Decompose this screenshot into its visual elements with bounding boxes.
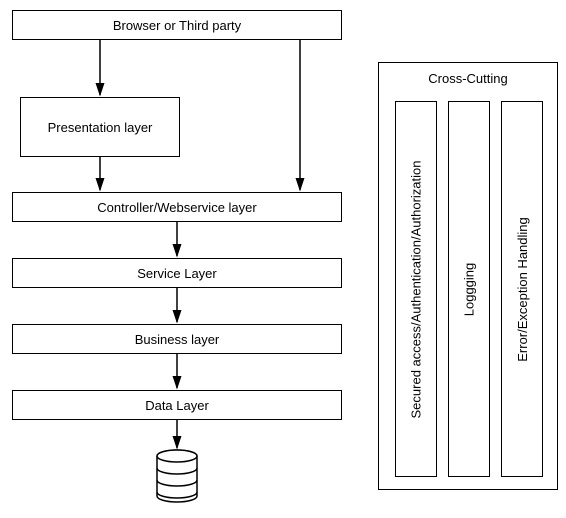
col-error: Error/Exception Handling — [501, 101, 543, 477]
box-cross-cutting: Cross-Cutting Secured access/Authenticat… — [378, 62, 558, 490]
box-data: Data Layer — [12, 390, 342, 420]
box-presentation: Presentation layer — [20, 97, 180, 157]
label-security: Secured access/Authentication/Authorizat… — [409, 160, 424, 418]
col-logging: Loggging — [448, 101, 490, 477]
label-data: Data Layer — [145, 398, 209, 413]
label-service: Service Layer — [137, 266, 216, 281]
box-browser: Browser or Third party — [12, 10, 342, 40]
label-business: Business layer — [135, 332, 220, 347]
label-error: Error/Exception Handling — [515, 217, 530, 362]
label-logging: Loggging — [462, 262, 477, 316]
col-security: Secured access/Authentication/Authorizat… — [395, 101, 437, 477]
database-icon — [157, 450, 197, 502]
box-business: Business layer — [12, 324, 342, 354]
box-controller: Controller/Webservice layer — [12, 192, 342, 222]
architecture-diagram: Browser or Third party Presentation laye… — [0, 0, 566, 518]
label-cross-cutting-title: Cross-Cutting — [379, 71, 557, 86]
label-presentation: Presentation layer — [48, 120, 153, 135]
box-service: Service Layer — [12, 258, 342, 288]
label-browser: Browser or Third party — [113, 18, 241, 33]
label-controller: Controller/Webservice layer — [97, 200, 256, 215]
